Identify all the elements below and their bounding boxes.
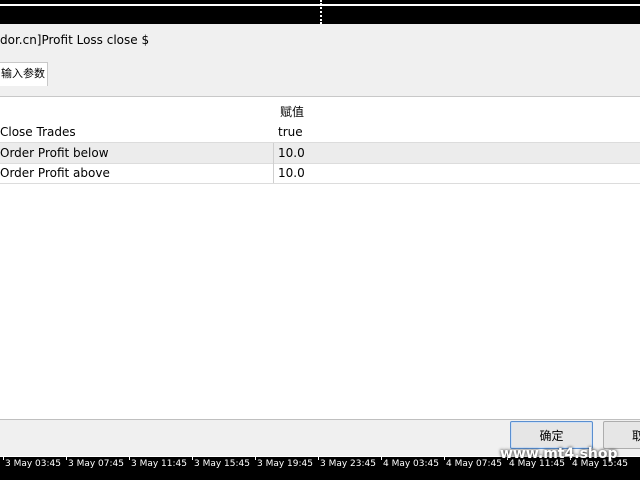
axis-tick-label: 4 May 07:45 [446,459,502,469]
table-row[interactable]: Order Profit below 10.0 [0,142,640,164]
ok-button[interactable]: 确定 [510,421,593,449]
axis-tick-mark [255,456,256,460]
axis-tick-label: 3 May 07:45 [68,459,124,469]
param-value[interactable]: 10.0 [278,143,305,163]
axis-tick-mark [318,456,319,460]
value-column-header: 赋值 [280,105,305,119]
axis-tick-mark [192,456,193,460]
chart-area-top [0,0,640,24]
cancel-button[interactable]: 取 [603,421,640,449]
axis-tick-label: 3 May 11:45 [131,459,187,469]
axis-tick-mark [3,456,4,460]
parameters-table: 赋值 Close Trades true Order Profit below … [0,96,640,420]
param-value[interactable]: true [278,122,303,142]
axis-tick-label: 3 May 03:45 [5,459,61,469]
axis-tick-label: 3 May 19:45 [257,459,313,469]
param-name: Order Profit above [0,166,110,180]
column-divider [273,143,274,163]
param-name: Close Trades [0,125,76,139]
inputs-dialog: dor.cn]Profit Loss close $ 输入参数 赋值 Close… [0,24,640,456]
watermark-text: www.mt4.shop [500,446,618,462]
axis-tick-label: 3 May 23:45 [320,459,376,469]
axis-tick-label: 3 May 15:45 [194,459,250,469]
param-value[interactable]: 10.0 [278,163,305,183]
chart-crosshair-line [320,0,322,24]
dialog-title: dor.cn]Profit Loss close $ [0,33,150,47]
column-divider [273,163,274,183]
axis-tick-mark [129,456,130,460]
axis-tick-mark [444,456,445,460]
axis-tick-label: 4 May 03:45 [383,459,439,469]
table-row[interactable]: Order Profit above 10.0 [0,163,640,184]
param-name: Order Profit below [0,146,109,160]
tab-input-parameters[interactable]: 输入参数 [0,62,48,86]
table-row[interactable]: Close Trades true [0,122,640,142]
axis-tick-mark [381,456,382,460]
axis-tick-mark [66,456,67,460]
